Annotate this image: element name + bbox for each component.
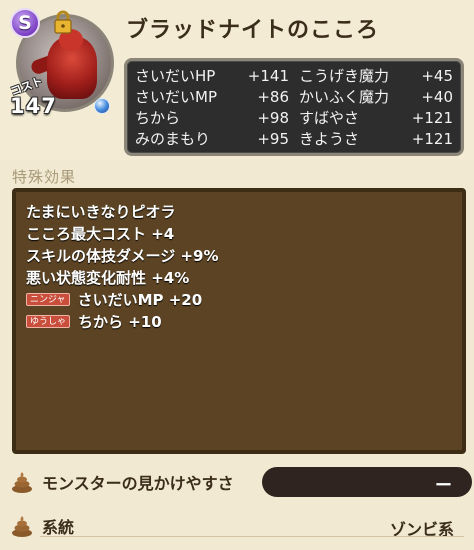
stat-max-hp: さいだいHP +141 <box>135 66 289 86</box>
heart-portrait-area[interactable]: S コスト 147 <box>6 6 116 118</box>
family-label: 系統 <box>42 518 75 537</box>
heart-header: S コスト 147 ブラッドナイトのこころ さいだいHP +141 こうげき魔力 +… <box>0 0 474 160</box>
heart-title: ブラッドナイトのこころ <box>126 18 380 43</box>
divider <box>40 536 464 537</box>
visibility-value: ー <box>435 476 452 496</box>
stats-panel: さいだいHP +141 こうげき魔力 +45 さいだいMP +86 かいふく魔力 +40… <box>124 58 464 156</box>
job-tag-hero: ゆうしゃ <box>26 314 71 328</box>
stat-heal-magic: かいふく魔力 +40 <box>299 87 453 107</box>
job-tag-ninja: ニンジャ <box>26 292 70 306</box>
visibility-value-box[interactable]: ー <box>262 467 472 497</box>
family-row: 系統 ゾンビ系 <box>10 510 464 542</box>
stat-max-mp: さいだいMP +86 <box>135 87 289 107</box>
poop-icon <box>12 472 32 493</box>
stat-defense: みのまもり +95 <box>135 129 289 149</box>
effect-item: ニンジャ さいだいMP +20 <box>26 288 452 310</box>
effect-item: こころ最大コスト +4 <box>26 224 175 243</box>
effect-item: ゆうしゃ ちから +10 <box>26 310 452 332</box>
stat-dexterity: きようさ +121 <box>299 129 453 149</box>
visibility-label: モンスターの見かけやすさ <box>42 474 234 493</box>
poop-icon <box>12 516 32 537</box>
special-effects-panel: たまにいきなりピオラ こころ最大コスト +4 スキルの体技ダメージ +9% 悪い… <box>12 188 466 454</box>
lock-icon[interactable] <box>52 10 74 34</box>
stat-agility: すばやさ +121 <box>299 108 453 128</box>
stat-strength: ちから +98 <box>135 108 289 128</box>
cost-value: 147 <box>10 94 57 118</box>
effect-item: たまにいきなりピオラ <box>26 202 176 221</box>
rank-s-badge-icon: S <box>10 8 40 38</box>
visibility-row: モンスターの見かけやすさ ー <box>10 466 472 498</box>
stat-attack-magic: こうげき魔力 +45 <box>299 66 453 86</box>
effect-item: 悪い状態変化耐性 +4% <box>26 268 190 287</box>
effect-item: スキルの体技ダメージ +9% <box>26 246 219 265</box>
special-effects-label: 特殊効果 <box>12 168 77 186</box>
blue-orb-icon <box>94 98 110 114</box>
